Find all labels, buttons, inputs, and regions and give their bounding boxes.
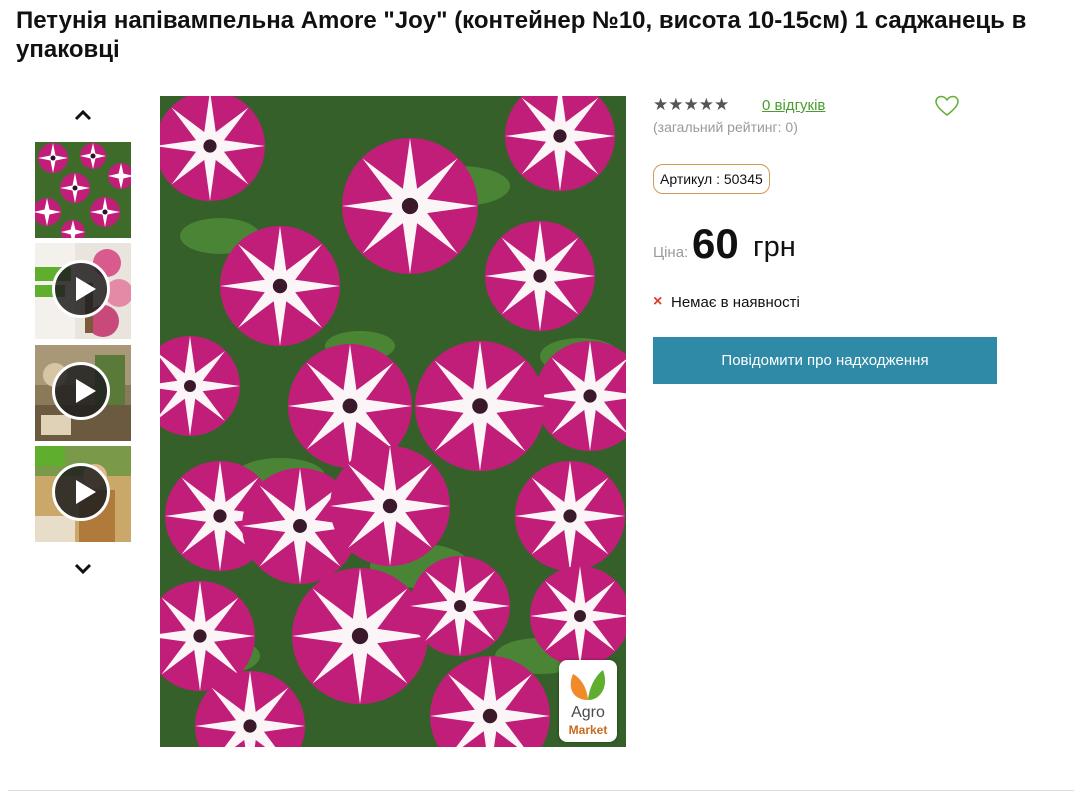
gallery-thumbnail-1[interactable] (35, 142, 131, 238)
gallery-up-button[interactable] (72, 104, 94, 126)
section-divider (8, 790, 1074, 791)
gallery-thumbnail-4[interactable] (35, 446, 131, 542)
reviews-link[interactable]: 0 відгуків (762, 97, 825, 114)
sku-badge: Артикул : 50345 (653, 164, 770, 194)
chevron-down-icon (74, 563, 92, 575)
logo-agro-text: Agro (571, 704, 605, 721)
main-product-image[interactable] (160, 96, 626, 747)
product-title: Петунія напівампельна Amore "Joy" (конте… (16, 7, 1027, 63)
play-video-icon[interactable] (52, 463, 110, 521)
gallery-thumbnail-3[interactable] (35, 345, 131, 441)
agromarket-logo: Agro Market (559, 660, 617, 742)
play-video-icon[interactable] (52, 260, 110, 318)
price-label: Ціна: (653, 244, 689, 261)
logo-market-text: Market (568, 723, 608, 737)
price-currency: грн (753, 231, 796, 263)
rating-stars: ★★★★★ (653, 95, 730, 114)
price-value: 60 (692, 220, 739, 267)
notify-arrival-button[interactable]: Повідомити про надходження (653, 337, 997, 384)
gallery-down-button[interactable] (72, 558, 94, 580)
gallery-thumbnail-2[interactable] (35, 243, 131, 339)
out-of-stock-icon: × (653, 293, 663, 310)
wishlist-heart-icon[interactable] (935, 95, 959, 117)
play-video-icon[interactable] (52, 362, 110, 420)
rating-note: (загальний рейтинг: 0) (653, 119, 798, 135)
stock-status: Немає в наявності (671, 294, 800, 311)
chevron-up-icon (74, 109, 92, 121)
